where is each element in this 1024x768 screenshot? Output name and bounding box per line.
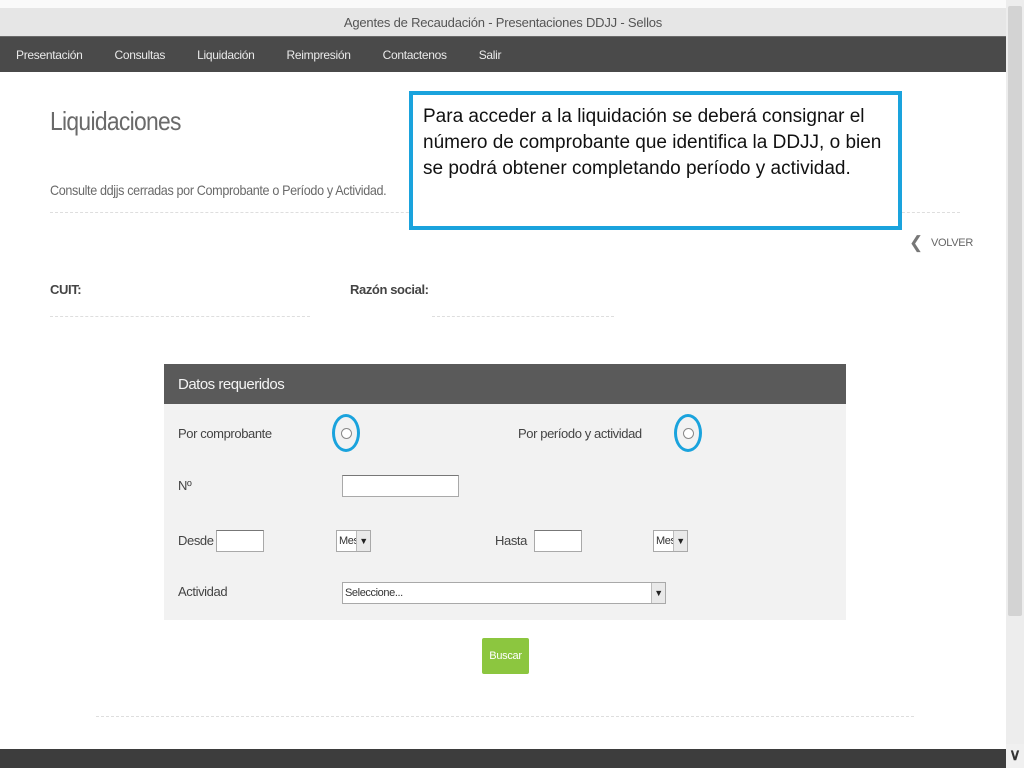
- page-subtitle: Consulte ddjjs cerradas por Comprobante …: [50, 182, 387, 198]
- nav-item-reimpresion[interactable]: Reimpresión: [287, 48, 351, 62]
- por-periodo-label: Por período y actividad: [518, 426, 642, 441]
- chevron-down-icon: ▼: [673, 531, 687, 551]
- nav-item-contactenos[interactable]: Contactenos: [383, 48, 447, 62]
- nav-item-presentacion[interactable]: Presentación: [16, 48, 83, 62]
- radio-dot: [682, 427, 694, 439]
- panel-title: Datos requeridos: [178, 375, 285, 393]
- window-title: Agentes de Recaudación - Presentaciones …: [343, 14, 663, 30]
- por-periodo-radio[interactable]: [674, 414, 702, 452]
- panel-header: Datos requeridos: [164, 364, 846, 404]
- numero-label: Nº: [178, 478, 192, 493]
- actividad-label: Actividad: [178, 584, 228, 599]
- footer-bar: [0, 749, 1006, 768]
- back-link-label: VOLVER: [930, 236, 973, 249]
- help-callout-text: Para acceder a la liquidación se deberá …: [423, 106, 882, 179]
- main-nav: Presentación Consultas Liquidación Reimp…: [0, 36, 1006, 72]
- hasta-label: Hasta: [495, 533, 527, 548]
- nav-item-liquidacion[interactable]: Liquidación: [197, 48, 255, 62]
- chevron-down-icon: ▼: [651, 583, 665, 603]
- razon-social-label: Razón social:: [350, 282, 429, 297]
- desde-label: Desde: [178, 533, 214, 548]
- razon-social-underline: [432, 316, 614, 317]
- desde-input[interactable]: [216, 530, 264, 552]
- numero-input[interactable]: [342, 475, 459, 497]
- page-title: Liquidaciones: [50, 106, 181, 136]
- chevron-left-icon: ❮: [909, 233, 923, 252]
- radio-dot: [340, 427, 352, 439]
- scroll-down-icon[interactable]: ∨: [1006, 744, 1024, 768]
- por-comprobante-label: Por comprobante: [178, 426, 272, 441]
- nav-item-consultas[interactable]: Consultas: [114, 48, 165, 62]
- window-title-bar: Agentes de Recaudación - Presentaciones …: [0, 8, 1006, 36]
- bottom-divider: [96, 716, 914, 717]
- required-data-panel: Datos requeridos Por comprobante Por per…: [164, 364, 846, 620]
- por-comprobante-radio[interactable]: [332, 414, 360, 452]
- help-callout: Para acceder a la liquidación se deberá …: [409, 91, 902, 230]
- chevron-down-icon: ▼: [356, 531, 370, 551]
- nav-item-salir[interactable]: Salir: [479, 48, 502, 62]
- scrollbar-thumb[interactable]: [1008, 6, 1022, 616]
- cuit-label: CUIT:: [50, 282, 82, 297]
- actividad-select[interactable]: Seleccione... ▼: [342, 582, 666, 604]
- desde-mes-select[interactable]: Mes ▼: [336, 530, 371, 552]
- hasta-mes-select[interactable]: Mes ▼: [653, 530, 688, 552]
- actividad-selected: Seleccione...: [345, 587, 403, 599]
- cuit-underline: [50, 316, 310, 317]
- top-strip: [0, 0, 1006, 8]
- vertical-scrollbar[interactable]: ∨: [1006, 0, 1024, 768]
- hasta-input[interactable]: [534, 530, 582, 552]
- search-button[interactable]: Buscar: [482, 638, 529, 674]
- back-link[interactable]: ❮ VOLVER: [909, 234, 973, 251]
